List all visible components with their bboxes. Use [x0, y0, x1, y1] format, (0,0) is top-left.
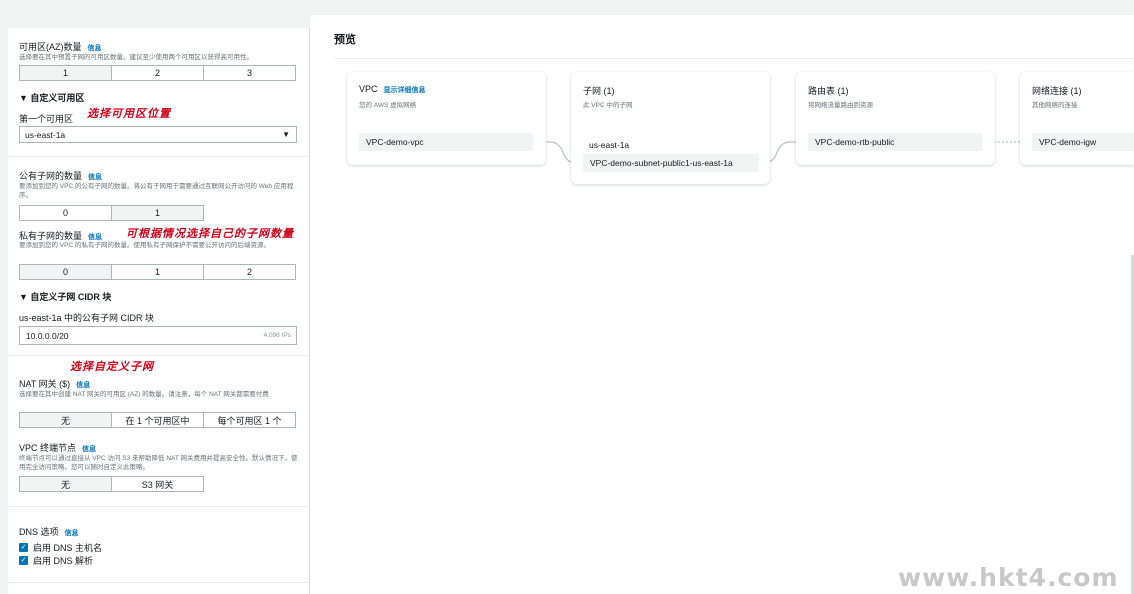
- az-count-label-text: 可用区(AZ)数量: [19, 42, 82, 52]
- watermark: www.hkt4.com: [898, 563, 1119, 592]
- nat-gateway-selector: 无 在 1 个可用区中 每个可用区 1 个: [19, 412, 296, 428]
- private-subnets-selector: 0 1 2: [19, 264, 296, 280]
- network-connections-card: 网络连接 (1) 其他网络的连接 VPC-demo-igw: [1020, 72, 1134, 165]
- az-count-option-1[interactable]: 1: [20, 66, 112, 80]
- dns-resolution-checkbox-row[interactable]: ✓ 启用 DNS 解析: [19, 554, 93, 567]
- private-subnets-info-link[interactable]: 信息: [88, 234, 102, 241]
- public-subnets-selector: 0 1: [19, 205, 204, 221]
- network-connections-card-title: 网络连接 (1): [1032, 86, 1082, 96]
- subnets-card-title: 子网 (1): [583, 86, 615, 96]
- nat-gateway-info-link[interactable]: 信息: [76, 382, 90, 389]
- divider: [8, 355, 310, 356]
- preview-panel: 预览 VPC 显示详细信息 您的 AWS 虚拟网络 VPC-demo-vpc 子网…: [310, 15, 1134, 594]
- nat-gateway-label-text: NAT 网关 ($): [19, 379, 71, 389]
- vpc-show-details-link[interactable]: 显示详细信息: [384, 87, 426, 94]
- checkbox-checked-icon[interactable]: ✓: [19, 556, 28, 565]
- vpc-endpoints-label-text: VPC 终端节点: [19, 443, 77, 453]
- private-subnets-description: 要添加到您的 VPC 的私有子网的数量。使用私有子网保护不需要公开访问的后端资源…: [19, 242, 270, 249]
- az-count-option-3[interactable]: 3: [204, 66, 295, 80]
- vpc-card-title-text: VPC: [359, 84, 378, 94]
- nat-gateway-label: NAT 网关 ($) 信息: [19, 377, 90, 390]
- public-cidr-value: 10.0.0.0/20: [26, 330, 69, 341]
- subnet-resource[interactable]: VPC-demo-subnet-public1-us-east-1a: [583, 154, 759, 172]
- az-count-label: 可用区(AZ)数量 信息: [19, 40, 102, 53]
- route-table-resource[interactable]: VPC-demo-rtb-public: [808, 133, 982, 151]
- private-subnets-option-1[interactable]: 1: [112, 265, 204, 279]
- public-subnets-option-0[interactable]: 0: [20, 206, 112, 220]
- annotation-subnet-count: 可根据情况选择自己的子网数量: [126, 227, 294, 240]
- network-connections-card-subtitle: 其他网络的连接: [1032, 102, 1078, 109]
- public-subnets-info-link[interactable]: 信息: [88, 174, 102, 181]
- vpc-card-subtitle: 您的 AWS 虚拟网络: [359, 102, 417, 109]
- private-subnets-label-text: 私有子网的数量: [19, 231, 83, 241]
- subnets-card-subtitle: 此 VPC 中的子网: [583, 102, 633, 109]
- az-count-selector: 1 2 3: [19, 65, 296, 81]
- vpc-card: VPC 显示详细信息 您的 AWS 虚拟网络 VPC-demo-vpc: [347, 72, 546, 165]
- divider: [8, 156, 310, 157]
- first-az-select[interactable]: us-east-1a ▼: [19, 126, 297, 143]
- nat-gateway-option-one-az[interactable]: 在 1 个可用区中: [112, 413, 204, 427]
- vpc-endpoints-option-none[interactable]: 无: [20, 477, 112, 491]
- public-subnets-option-1[interactable]: 1: [112, 206, 203, 220]
- vpc-endpoints-option-s3[interactable]: S3 网关: [112, 477, 203, 491]
- public-cidr-input[interactable]: 10.0.0.0/20 4,096 IPs: [19, 326, 297, 345]
- vpc-endpoints-info-link[interactable]: 信息: [82, 446, 96, 453]
- vpc-card-title: VPC 显示详细信息: [359, 84, 426, 95]
- az-count-info-link[interactable]: 信息: [88, 45, 102, 52]
- first-az-select-value: us-east-1a: [25, 129, 66, 140]
- subnets-az-label: us-east-1a: [589, 140, 630, 150]
- caret-down-icon: ▼: [282, 130, 290, 139]
- custom-az-toggle[interactable]: ▼ 自定义可用区: [19, 91, 84, 104]
- first-az-label: 第一个可用区: [19, 114, 74, 124]
- dns-options-label-text: DNS 选项: [19, 527, 59, 537]
- route-tables-card-title: 路由表 (1): [808, 86, 849, 96]
- vpc-endpoints-selector: 无 S3 网关: [19, 476, 204, 492]
- private-subnets-option-0[interactable]: 0: [20, 265, 112, 279]
- checkbox-checked-icon[interactable]: ✓: [19, 543, 28, 552]
- nat-gateway-option-per-az[interactable]: 每个可用区 1 个: [204, 413, 295, 427]
- public-cidr-label: us-east-1a 中的公有子网 CIDR 块: [19, 313, 155, 323]
- divider: [8, 582, 310, 583]
- annotation-az-location: 选择可用区位置: [87, 107, 171, 120]
- dns-options-label: DNS 选项 信息: [19, 525, 79, 538]
- dns-info-link[interactable]: 信息: [65, 530, 79, 537]
- nat-gateway-description: 选择要在其中创建 NAT 网关的可用区 (AZ) 的数量。请注意，每个 NAT …: [19, 391, 269, 398]
- subnets-card: 子网 (1) 此 VPC 中的子网 us-east-1a VPC-demo-su…: [571, 72, 770, 184]
- route-tables-card-subtitle: 将网络流量路由到资源: [808, 102, 873, 109]
- dns-hostnames-label: 启用 DNS 主机名: [33, 543, 103, 553]
- public-subnets-description: 要添加到您的 VPC 的公有子网的数量。将公有子网用于需要通过互联网公开访问的 …: [19, 183, 294, 199]
- vpc-endpoints-description: 终端节点可以通过直接从 VPC 访问 S3 来帮助降低 NAT 网关费用并提高安…: [19, 455, 298, 471]
- public-subnets-label: 公有子网的数量 信息: [19, 169, 102, 182]
- vpc-endpoints-label: VPC 终端节点 信息: [19, 441, 96, 454]
- network-connection-resource[interactable]: VPC-demo-igw: [1032, 133, 1134, 151]
- public-subnets-label-text: 公有子网的数量: [19, 171, 83, 181]
- nat-gateway-option-none[interactable]: 无: [20, 413, 112, 427]
- az-count-option-2[interactable]: 2: [112, 66, 204, 80]
- vpc-resource[interactable]: VPC-demo-vpc: [359, 133, 533, 151]
- vpc-settings-panel: 可用区(AZ)数量 信息 选择要在其中预置子网的可用区数量。建议至少使用两个可用区…: [8, 28, 310, 594]
- public-cidr-ip-count: 4,096 IPs: [263, 332, 291, 339]
- route-tables-card: 路由表 (1) 将网络流量路由到资源 VPC-demo-rtb-public: [796, 72, 995, 165]
- az-count-description: 选择要在其中预置子网的可用区数量。建议至少使用两个可用区以获得高可用性。: [19, 54, 253, 61]
- private-subnets-option-2[interactable]: 2: [204, 265, 295, 279]
- dns-resolution-label: 启用 DNS 解析: [33, 556, 94, 566]
- annotation-custom-subnet: 选择自定义子网: [70, 360, 154, 373]
- dns-hostnames-checkbox-row[interactable]: ✓ 启用 DNS 主机名: [19, 541, 102, 554]
- divider: [8, 506, 310, 507]
- custom-cidr-toggle[interactable]: ▼ 自定义子网 CIDR 块: [19, 290, 111, 303]
